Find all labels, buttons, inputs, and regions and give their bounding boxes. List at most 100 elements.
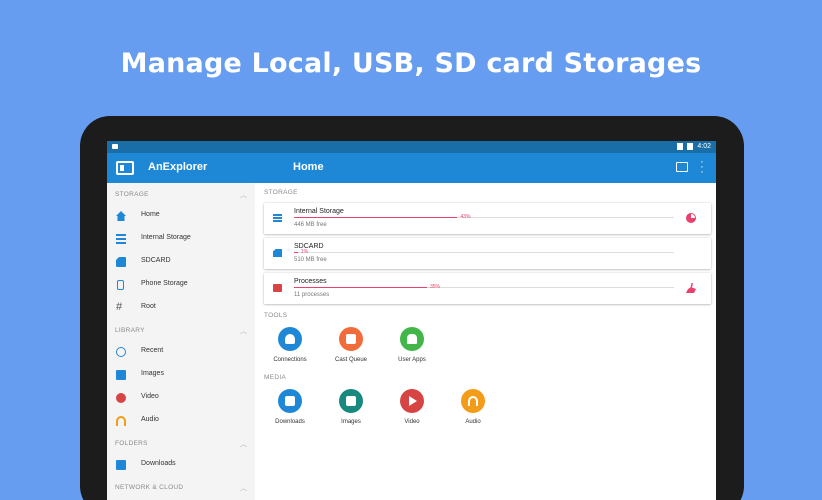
app-logo-icon[interactable] xyxy=(116,161,134,175)
usage-bar-fill xyxy=(294,252,298,253)
collapse-icon[interactable]: ︿ xyxy=(240,483,247,493)
home-icon xyxy=(116,211,126,221)
shortcut-label: User Apps xyxy=(398,357,426,363)
drawer-item-label: SDCARD xyxy=(141,257,171,264)
card-subtitle: 510 MB free xyxy=(294,257,327,263)
shortcut-connections[interactable]: Connections xyxy=(259,327,321,363)
media-header: MEDIA xyxy=(264,374,287,381)
usage-percent: 43% xyxy=(460,214,471,220)
drawer-item-internal-storage[interactable]: Internal Storage xyxy=(107,227,255,250)
list-icon xyxy=(273,214,282,222)
sdcard-icon xyxy=(116,257,126,267)
drawer-item-downloads[interactable]: Downloads xyxy=(107,453,255,476)
drawer-item-video[interactable]: Video xyxy=(107,386,255,409)
status-bar: 4:02 xyxy=(107,141,716,153)
section-header: FOLDERS xyxy=(115,440,148,447)
more-vert-icon[interactable]: · · · xyxy=(700,157,704,178)
cast-icon[interactable] xyxy=(676,162,688,172)
collapse-icon[interactable]: ︿ xyxy=(240,439,247,449)
section-header: LIBRARY xyxy=(115,327,145,334)
video-icon xyxy=(400,389,424,413)
collapse-icon[interactable]: ︿ xyxy=(240,190,247,200)
clock-icon xyxy=(116,347,126,357)
storage-card-sdcard[interactable]: SDCARD 1% 510 MB free xyxy=(264,238,711,269)
drawer-section-folders[interactable]: FOLDERS ︿ xyxy=(107,432,255,453)
notification-icon xyxy=(112,144,118,149)
download-icon xyxy=(278,389,302,413)
app-title: AnExplorer xyxy=(148,161,208,173)
drawer-section-library[interactable]: LIBRARY ︿ xyxy=(107,319,255,340)
cloud-icon xyxy=(278,327,302,351)
shortcut-label: Audio xyxy=(465,419,481,425)
section-header: NETWORK & CLOUD xyxy=(115,484,184,491)
headphones-icon xyxy=(461,389,485,413)
drawer-item-sdcard[interactable]: SDCARD xyxy=(107,250,255,273)
phone-icon xyxy=(117,280,124,290)
navigation-drawer: STORAGE ︿ Home Internal Storage SDCARD Phone… xyxy=(107,183,255,500)
card-title: Internal Storage xyxy=(294,208,344,215)
drawer-section-network[interactable]: NETWORK & CLOUD ︿ xyxy=(107,476,255,497)
promo-headline: Manage Local, USB, SD card Storages xyxy=(120,48,702,79)
collapse-icon[interactable]: ︿ xyxy=(240,326,247,336)
shortcut-cast-queue[interactable]: Cast Queue xyxy=(320,327,382,363)
usage-percent: 1% xyxy=(300,249,309,255)
image-icon xyxy=(339,389,363,413)
drawer-item-recent[interactable]: Recent xyxy=(107,340,255,363)
signal-icon xyxy=(677,143,684,150)
drawer-item-phone-storage[interactable]: Phone Storage xyxy=(107,273,255,296)
video-icon xyxy=(116,393,126,403)
drawer-item-label: Phone Storage xyxy=(141,280,188,287)
drawer-item-label: Images xyxy=(141,370,164,377)
shortcut-images[interactable]: Images xyxy=(320,389,382,425)
usage-percent: 35% xyxy=(430,284,441,290)
shortcut-label: Cast Queue xyxy=(334,357,368,363)
status-time: 4:02 xyxy=(697,143,711,150)
app-bar: AnExplorer Home · · · xyxy=(107,153,716,183)
broom-icon[interactable] xyxy=(686,283,696,293)
usage-bar xyxy=(294,287,674,288)
drawer-item-label: Audio xyxy=(141,416,159,423)
shortcut-label: Video xyxy=(404,419,420,425)
shortcut-audio[interactable]: Audio xyxy=(442,389,504,425)
drawer-item-label: Recent xyxy=(141,347,164,354)
drawer-item-label: Downloads xyxy=(141,460,176,467)
shortcut-label: Connections xyxy=(273,357,307,363)
shortcut-downloads[interactable]: Downloads xyxy=(259,389,321,425)
tools-header: TOOLS xyxy=(264,312,288,319)
shortcut-video[interactable]: Video xyxy=(381,389,443,425)
hash-icon: # xyxy=(116,301,123,313)
cast-icon xyxy=(339,327,363,351)
sdcard-icon xyxy=(273,249,282,257)
section-header: STORAGE xyxy=(115,191,149,198)
download-icon xyxy=(116,460,126,470)
card-subtitle: 446 MB free xyxy=(294,222,327,228)
storage-card-internal-storage[interactable]: Internal Storage 43% 446 MB free xyxy=(264,203,711,234)
usage-bar xyxy=(294,252,674,253)
drawer-item-label: Video xyxy=(141,393,159,400)
shortcut-user-apps[interactable]: User Apps xyxy=(381,327,443,363)
app-screen: 4:02 AnExplorer Home · · · STORAGE ︿ Home In… xyxy=(107,141,716,500)
card-title: Processes xyxy=(294,278,327,285)
android-icon xyxy=(400,327,424,351)
storage-card-processes[interactable]: Processes 35% 11 processes xyxy=(264,273,711,304)
page-title: Home xyxy=(293,161,324,173)
usage-bar xyxy=(294,217,674,218)
list-icon xyxy=(116,234,126,244)
drawer-section-storage[interactable]: STORAGE ︿ xyxy=(107,183,255,204)
headphones-icon xyxy=(116,416,126,426)
processes-icon xyxy=(273,284,282,292)
pie-chart-icon[interactable] xyxy=(686,213,696,223)
main-content: STORAGE Internal Storage 43% 446 MB free SD… xyxy=(255,183,716,500)
drawer-item-label: Home xyxy=(141,211,160,218)
usage-bar-fill xyxy=(294,287,427,288)
shortcut-label: Images xyxy=(341,419,361,425)
drawer-item-label: Root xyxy=(141,303,156,310)
drawer-item-home[interactable]: Home xyxy=(107,204,255,227)
drawer-item-audio[interactable]: Audio xyxy=(107,409,255,432)
storage-header: STORAGE xyxy=(264,189,298,196)
drawer-item-root[interactable]: # Root xyxy=(107,296,255,319)
battery-icon xyxy=(687,143,694,150)
drawer-item-label: Internal Storage xyxy=(141,234,191,241)
drawer-item-images[interactable]: Images xyxy=(107,363,255,386)
shortcut-label: Downloads xyxy=(275,419,305,425)
